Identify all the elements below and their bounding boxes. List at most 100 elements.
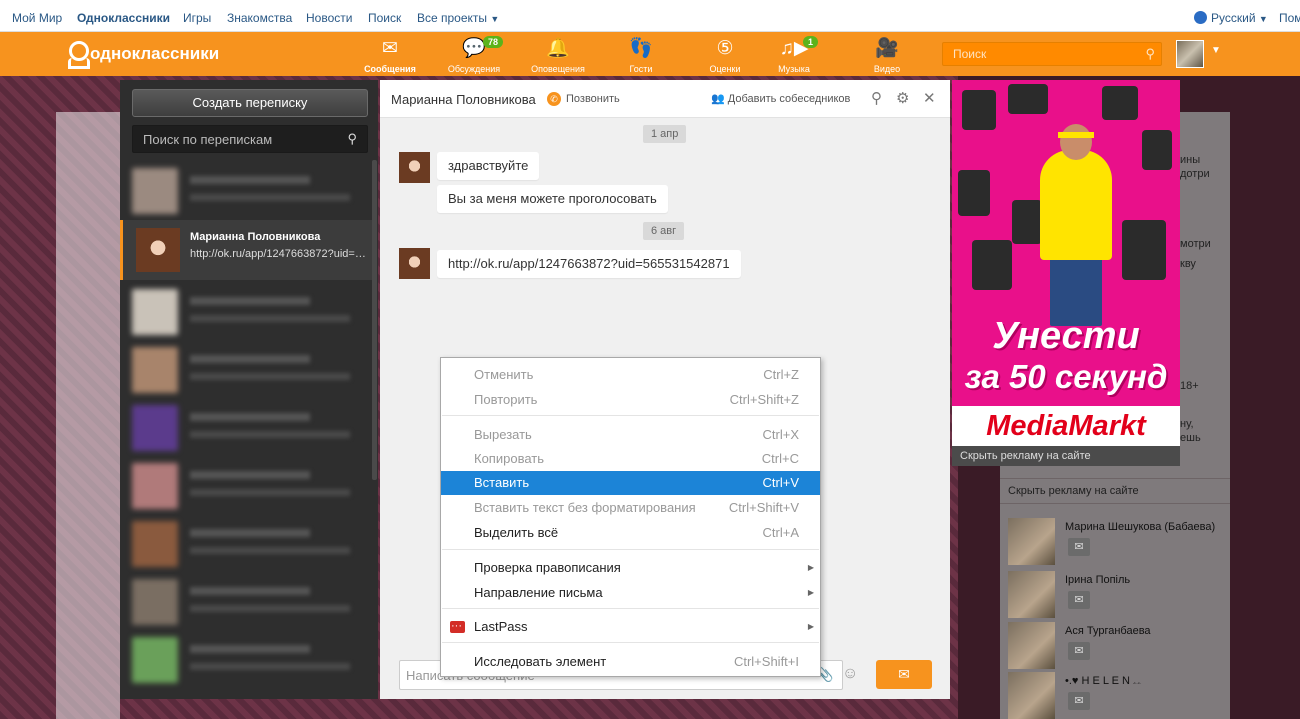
date-separator: 1 апр xyxy=(643,125,687,143)
nav-discussions[interactable]: 💬 78 Обсуждения xyxy=(439,36,509,74)
nav-music-label: Музыка xyxy=(778,64,810,74)
page-background-left xyxy=(56,112,120,719)
nav-guests-label: Гости xyxy=(629,64,653,74)
partial-text: ины xyxy=(1180,154,1201,166)
blurred-preview xyxy=(190,315,350,322)
chat-header: Марианна Половникова ✆ Позвонить 👥 Добави… xyxy=(380,80,950,118)
menu-item-spellcheck[interactable]: Проверка правописания ▶ xyxy=(441,556,820,580)
link-all-projects[interactable]: Все проекты ▼ xyxy=(417,11,499,25)
envelope-icon[interactable]: ✉ xyxy=(1068,642,1090,660)
send-button[interactable]: ✉ xyxy=(876,660,932,689)
menu-item-paste-plain[interactable]: Вставить текст без форматирования Ctrl+Sh… xyxy=(441,496,820,520)
ok-logo[interactable]: одноклассники xyxy=(66,41,219,67)
menu-item-select-all[interactable]: Выделить всё Ctrl+A xyxy=(441,521,820,545)
gear-icon[interactable]: ⚙ xyxy=(896,89,909,107)
partial-text: 18+ xyxy=(1180,380,1199,392)
ad-gadget xyxy=(1008,84,1048,114)
nav-music[interactable]: ♫▶ 1 Музыка xyxy=(759,36,829,74)
avatar xyxy=(132,463,178,509)
avatar[interactable] xyxy=(399,152,430,183)
ad-image[interactable]: Унести за 50 секунд MediaMarkt xyxy=(952,80,1180,446)
menu-item-undo[interactable]: Отменить Ctrl+Z xyxy=(441,363,820,387)
ok-logo-icon xyxy=(66,41,89,67)
lastpass-icon xyxy=(450,614,465,638)
envelope-icon[interactable]: ✉ xyxy=(1068,538,1090,556)
sidebar-scrollbar[interactable] xyxy=(372,160,377,480)
call-button[interactable]: ✆ Позвонить xyxy=(547,92,620,106)
friend-item[interactable]: Марина Шешукова (Бабаева) ✉ xyxy=(1008,518,1228,568)
link-dating[interactable]: Знакомства xyxy=(227,11,292,25)
menu-item-inspect[interactable]: Исследовать элемент Ctrl+Shift+I xyxy=(441,650,820,674)
new-chat-button[interactable]: Создать переписку xyxy=(132,89,368,117)
all-projects-label: Все проекты xyxy=(417,11,488,25)
advertisement[interactable]: Унести за 50 секунд MediaMarkt Скрыть ре… xyxy=(952,80,1180,466)
conversation-item[interactable] xyxy=(120,283,372,341)
menu-item-lastpass[interactable]: LastPass ▶ xyxy=(441,614,820,639)
menu-item-paste[interactable]: Вставить Ctrl+V xyxy=(441,471,820,495)
link-moy-mir[interactable]: Мой Мир xyxy=(12,11,62,25)
friend-item[interactable]: Ася Турганбаева ✉ xyxy=(1008,622,1228,672)
menu-label: Направление письма xyxy=(474,585,603,600)
hide-ads-link[interactable]: Скрыть рекламу на сайте xyxy=(1000,478,1230,504)
menu-label: Отменить xyxy=(474,367,534,382)
hide-ad-link[interactable]: Скрыть рекламу на сайте xyxy=(952,446,1180,466)
close-icon[interactable]: ✕ xyxy=(923,89,936,107)
conversation-item[interactable] xyxy=(120,573,372,631)
message-link[interactable]: http://ok.ru/app/1247663872?uid=56553154… xyxy=(437,250,741,278)
friend-item[interactable]: •.♥ H E L E N ۦۦ ✉ xyxy=(1008,672,1228,719)
nav-messages[interactable]: ✉ Сообщения xyxy=(355,38,425,74)
link-news[interactable]: Новости xyxy=(306,11,352,25)
header-search: ⚲ xyxy=(942,42,1162,66)
smile-icon[interactable]: ☺ xyxy=(842,665,858,683)
avatar[interactable] xyxy=(399,248,430,279)
blurred-preview xyxy=(190,431,350,438)
bell-icon: 🔔 xyxy=(546,38,570,59)
link-odnoklassniki[interactable]: Одноклассники xyxy=(77,11,170,25)
conversation-search-input[interactable] xyxy=(133,126,333,152)
conversations-sidebar: Создать переписку ⚲ Марианна Половникова… xyxy=(120,80,378,699)
menu-label: Копировать xyxy=(474,451,544,466)
link-help-cut[interactable]: Пом xyxy=(1279,11,1300,25)
friend-item[interactable]: Ірина Попіль ✉ xyxy=(1008,571,1228,621)
menu-item-writing-direction[interactable]: Направление письма ▶ xyxy=(441,581,820,605)
nav-ratings[interactable]: ⑤ Оценки xyxy=(690,38,760,74)
search-icon[interactable]: ⚲ xyxy=(347,131,357,147)
conversation-item[interactable] xyxy=(120,162,372,220)
conversation-item[interactable] xyxy=(120,341,372,399)
search-icon[interactable]: ⚲ xyxy=(871,89,882,107)
partial-text: мотри xyxy=(1180,238,1211,250)
avatar xyxy=(1008,518,1055,565)
ad-brand-logo: MediaMarkt xyxy=(952,406,1180,446)
link-search[interactable]: Поиск xyxy=(368,11,401,25)
envelope-icon[interactable]: ✉ xyxy=(1068,692,1090,710)
call-label: Позвонить xyxy=(566,93,620,105)
chevron-down-icon[interactable]: ▼ xyxy=(1211,45,1221,56)
add-participants-button[interactable]: 👥 Добавить собеседников xyxy=(711,92,850,105)
language-selector[interactable]: Русский ▼ xyxy=(1194,11,1268,25)
menu-item-redo[interactable]: Повторить Ctrl+Shift+Z xyxy=(441,388,820,412)
menu-separator xyxy=(442,642,819,643)
ad-headline: Унести xyxy=(992,315,1140,357)
envelope-icon[interactable]: ✉ xyxy=(1068,591,1090,609)
nav-guests[interactable]: 👣 Гости xyxy=(606,38,676,74)
user-avatar[interactable] xyxy=(1176,40,1204,68)
ad-gadget xyxy=(962,90,996,130)
search-icon[interactable]: ⚲ xyxy=(1145,46,1155,62)
partial-text: кву xyxy=(1180,258,1196,270)
conversation-item[interactable] xyxy=(120,399,372,457)
blurred-preview xyxy=(190,373,350,380)
blurred-name xyxy=(190,471,310,479)
menu-item-copy[interactable]: Копировать Ctrl+C xyxy=(441,447,820,471)
nav-notifications[interactable]: 🔔 Оповещения xyxy=(523,38,593,74)
conversation-item[interactable] xyxy=(120,515,372,573)
menu-item-cut[interactable]: Вырезать Ctrl+X xyxy=(441,423,820,447)
link-games[interactable]: Игры xyxy=(183,11,211,25)
conversation-item-selected[interactable]: Марианна Половникова http://ok.ru/app/12… xyxy=(120,220,372,280)
conversation-item[interactable] xyxy=(120,631,372,689)
nav-messages-label: Сообщения xyxy=(364,64,416,74)
chat-contact-name[interactable]: Марианна Половникова xyxy=(391,92,536,107)
header-search-input[interactable] xyxy=(943,43,1133,65)
conversation-item[interactable] xyxy=(120,457,372,515)
avatar xyxy=(1008,672,1055,719)
nav-video[interactable]: 🎥 Видео xyxy=(852,38,922,74)
